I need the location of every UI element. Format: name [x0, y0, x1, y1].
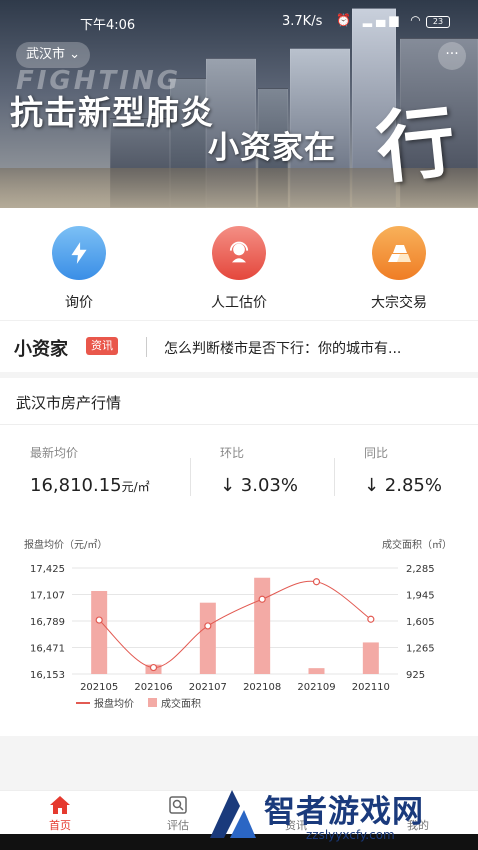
y-tick-right: 925: [406, 670, 425, 681]
city-selector-label: 武汉市: [26, 47, 66, 62]
more-options-icon[interactable]: ···: [438, 42, 466, 70]
action-inquiry[interactable]: 询价: [24, 226, 134, 312]
divider: [0, 424, 478, 425]
watermark-title: 智者游戏网: [264, 794, 424, 830]
chevron-down-icon: ⌄: [69, 47, 81, 62]
y-axis-left-label: 报盘均价（元/㎡）: [24, 538, 107, 551]
news-headline[interactable]: 怎么判断楼市是否下行：你的城市有...: [164, 338, 401, 358]
y-tick-left: 16,789: [30, 617, 65, 628]
news-tag: 资讯: [86, 337, 118, 355]
customer-service-icon: [212, 226, 266, 280]
action-label: 询价: [65, 295, 93, 311]
home-icon: [30, 795, 90, 817]
y-tick-left: 16,471: [30, 644, 65, 655]
legend-bar-label: 成交面积: [161, 697, 201, 710]
signal-icons: ⏰ ▂▄▆ ◠: [336, 13, 425, 27]
x-tick-label: 202108: [243, 682, 281, 693]
watermark: 智者游戏网 zzslyyxcfy.com: [196, 780, 478, 850]
y-tick-left: 16,153: [30, 670, 65, 681]
line-point: [204, 622, 212, 630]
tab-label: 首页: [49, 819, 71, 832]
stat-label: 最新均价: [30, 446, 79, 460]
watermark-url: zzslyyxcfy.com: [306, 828, 395, 842]
stat-label: 同比: [364, 446, 389, 460]
battery-icon: 23: [426, 16, 450, 28]
gold-bars-icon: [372, 226, 426, 280]
stat-latest-price: 最新均价 16,810.15元/㎡: [30, 444, 150, 496]
market-card: 武汉市房产行情 最新均价 16,810.15元/㎡ 环比 ↓ 3.03% 同比 …: [0, 378, 478, 736]
bar-area: [91, 590, 108, 674]
bar-area: [254, 577, 271, 674]
stat-label: 环比: [220, 446, 245, 460]
price-volume-chart: 报盘均价（元/㎡） 成交面积（㎡） 17,425 17,107 16,789 16,471…: [24, 538, 452, 710]
x-tick-label: 202110: [352, 682, 390, 693]
action-bulk-trade[interactable]: 大宗交易: [344, 226, 454, 312]
status-time: 下午4:06: [80, 18, 136, 33]
bar-area: [362, 642, 379, 674]
network-speed: 3.7K/s: [282, 14, 323, 29]
y-tick-right: 2,285: [406, 564, 435, 575]
x-tick-label: 202109: [297, 682, 335, 693]
stat-value: ↓ 2.85%: [364, 475, 442, 496]
watermark-logo: [210, 790, 256, 838]
news-ticker[interactable]: 小资家 资讯 怎么判断楼市是否下行：你的城市有...: [0, 320, 478, 372]
stat-unit: 元/㎡: [121, 480, 150, 494]
line-point: [95, 616, 103, 624]
y-tick-left: 17,425: [30, 564, 65, 575]
quick-actions: 询价 人工估价 大宗交易: [0, 208, 478, 320]
banner-calligraphy: 行动: [372, 96, 471, 208]
market-title: 武汉市房产行情: [16, 394, 122, 412]
y-tick-right: 1,605: [406, 617, 435, 628]
bar-area: [308, 668, 325, 674]
x-tick-label: 202107: [189, 682, 227, 693]
legend-bar-swatch: [148, 698, 157, 707]
action-label: 人工估价: [211, 295, 267, 311]
tab-home[interactable]: 首页: [30, 795, 90, 833]
news-brand: 小资家: [14, 339, 68, 360]
promo-banner[interactable]: 下午4:06 3.7K/s ⏰ ▂▄▆ ◠ 23 武汉市 ⌄ ··· FIGHT…: [0, 0, 478, 208]
y-tick-right: 1,265: [406, 644, 435, 655]
banner-headline-2: 小资家在: [208, 130, 336, 166]
lightning-icon: [52, 226, 106, 280]
city-selector[interactable]: 武汉市 ⌄: [16, 42, 91, 68]
divider: [146, 337, 147, 357]
legend-line-label: 报盘均价: [94, 697, 134, 710]
line-point: [258, 595, 266, 603]
stat-mom: 环比 ↓ 3.03%: [220, 444, 298, 496]
action-label: 大宗交易: [371, 295, 427, 311]
action-manual-valuation[interactable]: 人工估价: [184, 226, 294, 312]
line-point: [312, 578, 321, 586]
stat-yoy: 同比 ↓ 2.85%: [364, 444, 442, 496]
stat-value: 16,810.15: [30, 475, 122, 496]
x-tick-label: 202106: [134, 682, 172, 693]
y-tick-right: 1,945: [406, 591, 435, 602]
banner-headline-1: 抗击新型肺炎: [10, 93, 214, 132]
bar-area: [199, 602, 216, 674]
x-tick-label: 202105: [80, 682, 118, 693]
y-tick-left: 17,107: [30, 591, 65, 602]
line-point: [367, 615, 375, 623]
y-axis-right-label: 成交面积（㎡）: [382, 538, 452, 551]
line-point: [149, 663, 158, 672]
stat-value: ↓ 3.03%: [220, 475, 298, 496]
status-bar: 下午4:06 3.7K/s ⏰ ▂▄▆ ◠ 23: [0, 10, 478, 33]
